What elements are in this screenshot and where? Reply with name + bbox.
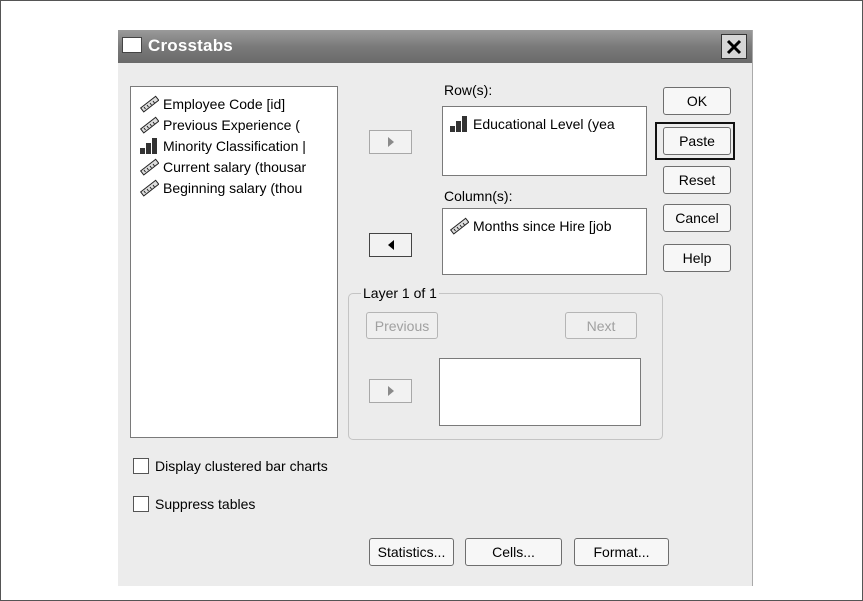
checkbox-box[interactable] (133, 496, 149, 512)
move-to-layer-button[interactable] (369, 379, 412, 403)
clustered-bar-charts-checkbox[interactable]: Display clustered bar charts (133, 458, 328, 474)
ok-button[interactable]: OK (663, 87, 731, 115)
rows-list[interactable]: Educational Level (yea (442, 106, 647, 176)
arrow-left-icon (387, 240, 394, 250)
close-button[interactable] (721, 34, 747, 59)
checkbox-label: Suppress tables (155, 496, 256, 512)
bar-chart-icon (450, 116, 467, 132)
move-to-rows-button[interactable] (369, 130, 412, 154)
layer-label: Layer 1 of 1 (361, 285, 439, 301)
statistics-button[interactable]: Statistics... (369, 538, 454, 566)
layer-list[interactable] (439, 358, 641, 426)
ruler-icon (139, 95, 159, 113)
variable-label: Previous Experience ( (163, 117, 300, 133)
suppress-tables-checkbox[interactable]: Suppress tables (133, 496, 255, 512)
variable-label: Current salary (thousar (163, 159, 307, 175)
list-item[interactable]: Minority Classification | (139, 135, 306, 157)
ruler-icon (139, 116, 159, 134)
move-from-columns-button[interactable] (369, 233, 412, 257)
ruler-icon (449, 217, 469, 235)
checkbox-box[interactable] (133, 458, 149, 474)
rows-label: Row(s): (444, 82, 493, 98)
bar-chart-icon (140, 138, 157, 154)
next-layer-button[interactable]: Next (565, 312, 637, 339)
help-button[interactable]: Help (663, 244, 731, 272)
cancel-button[interactable]: Cancel (663, 204, 731, 232)
variable-list[interactable]: Employee Code [id] Previous Experience (… (130, 86, 338, 438)
list-item[interactable]: Current salary (thousar (139, 156, 306, 178)
list-item[interactable]: Employee Code [id] (139, 93, 285, 115)
window-icon (122, 37, 142, 53)
column-variable-label: Months since Hire [job (473, 218, 612, 234)
columns-list[interactable]: Months since Hire [job (442, 208, 647, 275)
variable-label: Minority Classification | (163, 138, 306, 154)
format-button[interactable]: Format... (574, 538, 669, 566)
list-item[interactable]: Months since Hire [job (449, 215, 612, 237)
dialog-title: Crosstabs (148, 36, 233, 55)
crosstabs-dialog: Crosstabs Employee Code [id] Previous Ex… (118, 30, 753, 586)
list-item[interactable]: Beginning salary (thou (139, 177, 302, 199)
arrow-right-icon (387, 137, 394, 147)
cells-button[interactable]: Cells... (465, 538, 562, 566)
list-item[interactable]: Previous Experience ( (139, 114, 300, 136)
variable-label: Employee Code [id] (163, 96, 286, 112)
previous-layer-button[interactable]: Previous (366, 312, 438, 339)
columns-label: Column(s): (444, 188, 513, 204)
variable-label: Beginning salary (thou (163, 180, 303, 196)
ruler-icon (139, 179, 159, 197)
title-bar[interactable]: Crosstabs (118, 30, 752, 63)
list-item[interactable]: Educational Level (yea (449, 113, 615, 135)
close-icon (726, 39, 742, 54)
ruler-icon (139, 158, 159, 176)
paste-button[interactable]: Paste (663, 127, 731, 155)
arrow-right-icon (387, 386, 394, 396)
checkbox-label: Display clustered bar charts (155, 458, 328, 474)
row-variable-label: Educational Level (yea (473, 116, 615, 132)
reset-button[interactable]: Reset (663, 166, 731, 194)
